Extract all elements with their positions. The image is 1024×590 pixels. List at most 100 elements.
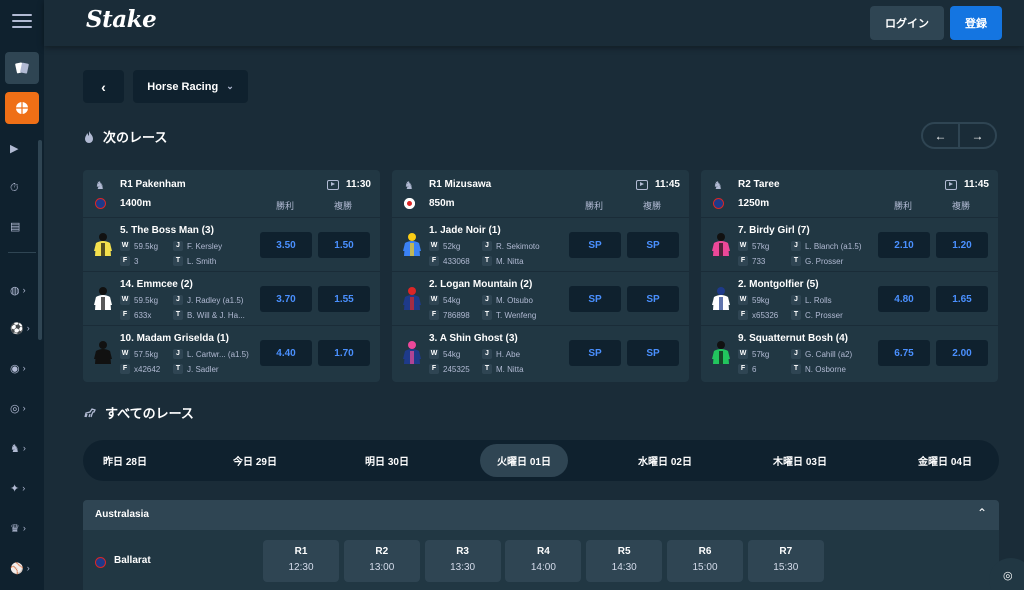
- race-button[interactable]: R1 12:30: [263, 540, 339, 582]
- runner-trainer: T L. Smith: [173, 256, 216, 266]
- betslip-icon[interactable]: ▤: [10, 218, 34, 234]
- runner-row: 7. Birdy Girl (7) W 57kg J L. Blanch (a1.5…: [701, 218, 998, 272]
- win-odds-button[interactable]: SP: [569, 232, 621, 258]
- stopwatch-icon[interactable]: ⏱: [10, 180, 34, 196]
- runner-trainer-value: B. Will & J. Ha...: [187, 310, 245, 320]
- race-button[interactable]: R3 13:30: [424, 540, 501, 582]
- place-odds-button[interactable]: SP: [627, 286, 679, 312]
- runner-jockey-value: M. Otsubo: [496, 295, 533, 305]
- race-button[interactable]: R5 14:30: [586, 540, 663, 582]
- race-button[interactable]: R4 14:00: [505, 540, 582, 582]
- win-odds-button[interactable]: 4.40: [260, 340, 312, 366]
- race-name: R2 Taree: [738, 179, 780, 190]
- runner-name[interactable]: 5. The Boss Man (3): [120, 225, 214, 236]
- weight-badge: W: [738, 295, 748, 305]
- date-tab[interactable]: 昨日 28日: [89, 444, 161, 477]
- form-badge: F: [738, 256, 748, 266]
- arrow-right-icon[interactable]: →: [960, 124, 995, 147]
- place-odds-button[interactable]: 2.00: [936, 340, 988, 366]
- horse-icon[interactable]: ♞ ›: [10, 440, 34, 456]
- place-odds-button[interactable]: SP: [627, 340, 679, 366]
- race-button[interactable]: R7 15:30: [747, 540, 824, 582]
- track-name[interactable]: Ballarat: [114, 555, 151, 566]
- volleyball-icon[interactable]: ◎ ›: [10, 400, 34, 416]
- runner-name[interactable]: 2. Montgolfier (5): [738, 279, 819, 290]
- place-odds-button[interactable]: 1.50: [318, 232, 370, 258]
- win-odds-button[interactable]: 2.10: [878, 232, 930, 258]
- runner-jockey: J L. Cartwr... (a1.5): [173, 349, 249, 359]
- runner-weight-value: 57kg: [752, 349, 770, 359]
- win-odds-button[interactable]: 6.75: [878, 340, 930, 366]
- date-tab[interactable]: 火曜日 01日: [480, 444, 568, 477]
- win-odds-button[interactable]: SP: [569, 340, 621, 366]
- place-odds-button[interactable]: 1.65: [936, 286, 988, 312]
- runner-weight: W 59kg: [738, 295, 769, 305]
- race-button[interactable]: R2 13:00: [343, 540, 420, 582]
- race-card-header[interactable]: ♞ R1 Mizusawa 11:45 850m 勝利 複勝: [392, 170, 689, 218]
- jockey-badge: J: [173, 241, 183, 251]
- race-card-header[interactable]: ♞ R2 Taree 11:45 1250m 勝利 複勝: [701, 170, 998, 218]
- jockey-badge: J: [173, 349, 183, 359]
- arrow-left-icon[interactable]: ←: [923, 124, 960, 147]
- place-odds-button[interactable]: 1.55: [318, 286, 370, 312]
- basketball-icon[interactable]: ◉ ›: [10, 360, 34, 376]
- jockey-badge: J: [482, 241, 492, 251]
- tennis-icon[interactable]: ◍ ›: [10, 282, 34, 298]
- stake-logo[interactable]: Stake: [86, 6, 157, 33]
- runner-weight-value: 59.5kg: [134, 295, 159, 305]
- race-time: 11:30: [326, 179, 371, 190]
- menu-icon[interactable]: [12, 14, 32, 32]
- runner-name[interactable]: 14. Emmcee (2): [120, 279, 193, 290]
- runner-name[interactable]: 1. Jade Noir (1): [429, 225, 501, 236]
- sidebar-scrollbar[interactable]: [38, 140, 42, 340]
- runner-jockey: J H. Abe: [482, 349, 520, 359]
- runner-name[interactable]: 3. A Shin Ghost (3): [429, 333, 518, 344]
- runner-name[interactable]: 10. Madam Griselda (1): [120, 333, 229, 344]
- trophy-icon[interactable]: ♛ ›: [10, 520, 34, 536]
- livestream-icon: [944, 179, 957, 190]
- runner-form: Fx65326: [738, 310, 778, 320]
- win-odds-button[interactable]: SP: [569, 286, 621, 312]
- region-header[interactable]: Australasia ⌃: [83, 500, 999, 530]
- soccer-icon[interactable]: ⚽ ›: [10, 320, 34, 336]
- runner-name[interactable]: 7. Birdy Girl (7): [738, 225, 810, 236]
- win-odds-button[interactable]: 4.80: [878, 286, 930, 312]
- runner-jockey-value: L. Rolls: [805, 295, 832, 305]
- chevron-right-icon: ›: [22, 403, 26, 413]
- date-tab[interactable]: 水曜日 02日: [617, 444, 713, 477]
- back-button[interactable]: ‹: [83, 70, 124, 103]
- sport-select[interactable]: Horse Racing ⌄: [133, 70, 248, 103]
- runner-name[interactable]: 2. Logan Mountain (2): [429, 279, 532, 290]
- race-card-header[interactable]: ♞ R1 Pakenham 11:30 1400m 勝利 複勝: [83, 170, 380, 218]
- date-tab[interactable]: 金曜日 04日: [898, 444, 992, 477]
- login-button[interactable]: ログイン: [870, 6, 944, 40]
- place-odds-button[interactable]: SP: [627, 232, 679, 258]
- sports-button[interactable]: [5, 92, 39, 124]
- cricket-icon[interactable]: ✦ ›: [10, 480, 34, 496]
- place-odds-button[interactable]: 1.20: [936, 232, 988, 258]
- runner-trainer: T M. Nitta: [482, 256, 524, 266]
- runner-name[interactable]: 9. Squatternut Bosh (4): [738, 333, 848, 344]
- win-odds-button[interactable]: 3.50: [260, 232, 312, 258]
- trainer-badge: T: [173, 310, 183, 320]
- chevron-right-icon: ›: [22, 285, 26, 295]
- place-odds-button[interactable]: 1.70: [318, 340, 370, 366]
- runner-weight-value: 54kg: [443, 295, 461, 305]
- race-card: ♞ R1 Pakenham 11:30 1400m 勝利 複勝 5. The B…: [83, 170, 380, 382]
- race-start-time: 14:30: [611, 562, 637, 573]
- date-tab[interactable]: 明日 30日: [351, 444, 423, 477]
- baseball-icon[interactable]: ⚾ ›: [10, 560, 34, 576]
- casino-button[interactable]: [5, 52, 39, 84]
- chevron-up-icon[interactable]: ⌃: [977, 506, 987, 520]
- sports-icon: [16, 102, 28, 114]
- register-button[interactable]: 登録: [950, 6, 1002, 40]
- date-tab[interactable]: 木曜日 03日: [757, 444, 843, 477]
- race-button[interactable]: R6 15:00: [667, 540, 743, 582]
- live-icon[interactable]: ▶: [10, 140, 34, 156]
- weight-badge: W: [429, 295, 439, 305]
- runner-jockey: J J. Radley (a1.5): [173, 295, 243, 305]
- date-tab[interactable]: 今日 29日: [221, 444, 289, 477]
- race-start-time: 12:30: [288, 562, 314, 573]
- win-odds-button[interactable]: 3.70: [260, 286, 312, 312]
- runner-trainer-value: C. Prosser: [805, 310, 843, 320]
